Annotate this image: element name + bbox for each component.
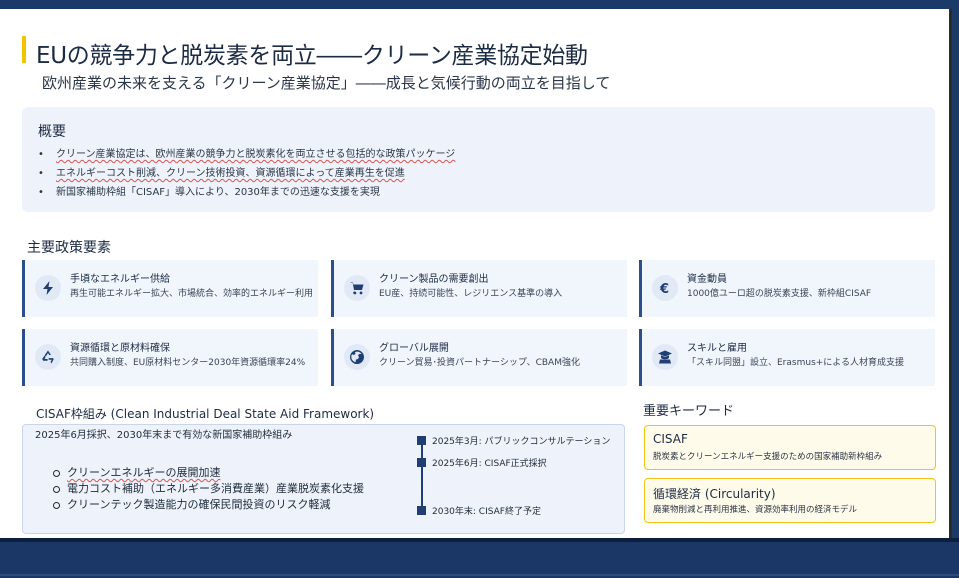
cisaf-heading: CISAF枠組み (Clean Industrial Deal State Ai… bbox=[36, 407, 375, 421]
policy-card-desc: 「スキル同盟」設立、Erasmus+による人材育成支援 bbox=[687, 358, 905, 368]
timeline-marker bbox=[417, 436, 426, 445]
bottom-frame-bar bbox=[0, 538, 959, 578]
policy-card-title: クリーン製品の需要創出 bbox=[379, 274, 489, 285]
page-title: EUの競争力と脱炭素を両立――クリーン産業協定始動 bbox=[36, 43, 588, 69]
policy-card-title: 手頃なエネルギー供給 bbox=[70, 274, 170, 285]
cisaf-item: クリーンエネルギーの展開加速 bbox=[53, 465, 364, 481]
overview-list: クリーン産業協定は、欧州産業の競争力と脱炭素化を両立させる包括的な政策パッケージ… bbox=[38, 145, 455, 202]
cisaf-item: 電力コスト補助（エネルギー多消費産業）産業脱炭素化支援 bbox=[53, 481, 364, 497]
policy-card-skills: スキルと雇用 「スキル同盟」設立、Erasmus+による人材育成支援 bbox=[639, 329, 935, 386]
globe-icon bbox=[344, 344, 370, 370]
policy-card-title: 資源循環と原材料確保 bbox=[70, 343, 170, 354]
policy-card-title: グローバル展開 bbox=[379, 343, 449, 354]
policy-card-desc: 再生可能エネルギー拡大、市場統合、効率的エネルギー利用 bbox=[70, 289, 314, 299]
cisaf-panel: 2025年6月採択、2030年末まで有効な新国家補助枠組み クリーンエネルギーの… bbox=[22, 424, 625, 534]
svg-text:€: € bbox=[659, 282, 669, 296]
keyword-term: 循環経済 (Circularity) bbox=[653, 487, 776, 501]
policy-card-funding: € 資金動員 1000億ユーロ超の脱炭素支援、新枠組CISAF bbox=[639, 260, 935, 317]
overview-item: 新国家補助枠組「CISAF」導入により、2030年までの迅速な支援を実現 bbox=[38, 183, 455, 202]
keyword-card-cisaf: CISAF 脱炭素とクリーンエネルギー支援のための国家補助新枠組み bbox=[644, 425, 936, 470]
page-subtitle: 欧州産業の未来を支える「クリーン産業協定」――成長と気候行動の両立を目指して bbox=[42, 74, 611, 92]
euro-icon: € bbox=[652, 275, 678, 301]
graduate-icon bbox=[652, 344, 678, 370]
keyword-term: CISAF bbox=[653, 432, 688, 446]
overview-item: クリーン産業協定は、欧州産業の競争力と脱炭素化を両立させる包括的な政策パッケージ bbox=[38, 145, 455, 164]
policy-card-global: グローバル展開 クリーン貿易･投資パートナーシップ、CBAM強化 bbox=[331, 329, 627, 386]
timeline-marker bbox=[417, 506, 426, 515]
keywords-heading: 重要キーワード bbox=[643, 404, 735, 419]
cisaf-list: クリーンエネルギーの展開加速 電力コスト補助（エネルギー多消費産業）産業脱炭素化… bbox=[53, 465, 364, 513]
top-frame-bar bbox=[0, 0, 959, 9]
keyword-card-circularity: 循環経済 (Circularity) 廃棄物削減と再利用推進、資源効率利用の経済… bbox=[644, 478, 936, 523]
policy-card-demand: クリーン製品の需要創出 EU産、持続可能性、レジリエンス基準の導入 bbox=[331, 260, 627, 317]
lightning-icon bbox=[35, 275, 61, 301]
policy-card-desc: EU産、持続可能性、レジリエンス基準の導入 bbox=[379, 289, 563, 299]
cart-icon bbox=[344, 275, 370, 301]
recycle-icon bbox=[35, 344, 61, 370]
title-accent-bar bbox=[22, 36, 26, 63]
timeline-label: 2030年末: CISAF終了予定 bbox=[432, 507, 541, 517]
policy-card-title: スキルと雇用 bbox=[687, 343, 747, 354]
timeline-marker bbox=[417, 458, 426, 467]
cisaf-description: 2025年6月採択、2030年末まで有効な新国家補助枠組み bbox=[35, 430, 293, 441]
policy-card-resources: 資源循環と原材料確保 共同購入制度、EU原材料センター2030年資源循環率24% bbox=[22, 329, 318, 386]
keyword-desc: 廃棄物削減と再利用推進、資源効率利用の経済モデル bbox=[653, 505, 858, 515]
cisaf-item: クリーンテック製造能力の確保民間投資のリスク軽減 bbox=[53, 497, 364, 513]
policy-card-desc: 共同購入制度、EU原材料センター2030年資源循環率24% bbox=[70, 358, 306, 368]
policies-heading: 主要政策要素 bbox=[27, 240, 111, 256]
policy-card-title: 資金動員 bbox=[687, 274, 727, 285]
overview-item: エネルギーコスト削減、クリーン技術投資、資源循環によって産業再生を促進 bbox=[38, 164, 455, 183]
timeline-label: 2025年6月: CISAF正式採択 bbox=[432, 459, 547, 469]
overview-heading: 概要 bbox=[38, 124, 66, 140]
timeline-label: 2025年3月: パブリックコンサルテーション bbox=[432, 437, 611, 447]
keyword-desc: 脱炭素とクリーンエネルギー支援のための国家補助新枠組み bbox=[653, 452, 883, 462]
policy-card-desc: クリーン貿易･投資パートナーシップ、CBAM強化 bbox=[379, 358, 580, 368]
overview-panel: 概要 クリーン産業協定は、欧州産業の競争力と脱炭素化を両立させる包括的な政策パッ… bbox=[22, 107, 935, 212]
policy-card-energy: 手頃なエネルギー供給 再生可能エネルギー拡大、市場統合、効率的エネルギー利用 bbox=[22, 260, 318, 317]
timeline-line bbox=[421, 439, 423, 515]
slide: EUの競争力と脱炭素を両立――クリーン産業協定始動 欧州産業の未来を支える「クリ… bbox=[0, 9, 952, 538]
policy-card-desc: 1000億ユーロ超の脱炭素支援、新枠組CISAF bbox=[687, 289, 872, 299]
